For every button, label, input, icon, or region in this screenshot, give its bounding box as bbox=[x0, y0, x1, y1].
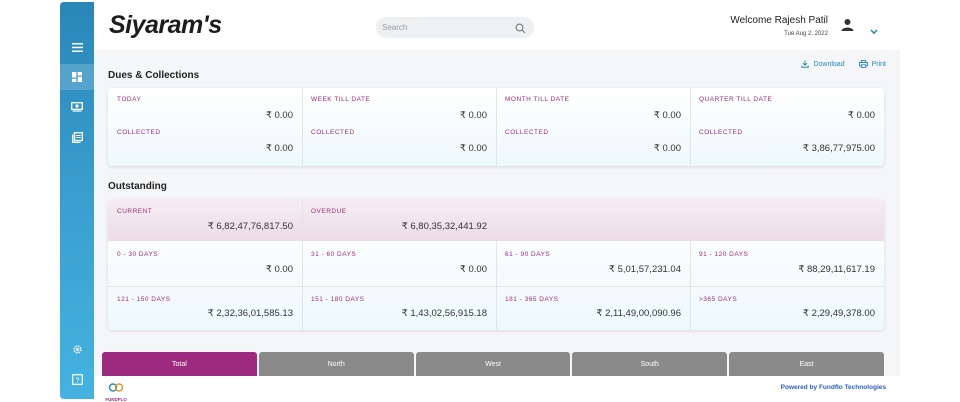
collected-value: ₹ 0.00 bbox=[459, 143, 487, 154]
download-label: Download bbox=[813, 60, 845, 68]
collected-value: ₹ 3,86,77,975.00 bbox=[802, 143, 875, 154]
footer: FUNDFLO Powered by Fundflo Technologies bbox=[94, 376, 900, 402]
page-actions: Download Print bbox=[801, 60, 886, 68]
dues-value: ₹ 0.00 bbox=[265, 110, 293, 121]
bucket-cell: >365 DAYS ₹ 2,29,49,378.00 bbox=[690, 287, 884, 330]
bucket-value: ₹ 2,29,49,378.00 bbox=[802, 308, 875, 319]
bucket-cell: 0 - 30 DAYS ₹ 0.00 bbox=[108, 241, 302, 286]
powered-by-text: Powered by Fundflo Technologies bbox=[780, 384, 886, 391]
current-value: ₹ 6,82,47,76,817.50 bbox=[207, 221, 293, 232]
payments-icon[interactable] bbox=[60, 94, 94, 120]
print-icon bbox=[858, 60, 868, 68]
user-avatar-icon[interactable] bbox=[841, 18, 854, 36]
dues-cell-today: TODAY ₹ 0.00 COLLECTED ₹ 0.00 bbox=[108, 88, 302, 166]
download-icon bbox=[801, 60, 810, 68]
bucket-label: 121 - 150 DAYS bbox=[117, 296, 171, 303]
bucket-value: ₹ 0.00 bbox=[265, 264, 293, 275]
bucket-value: ₹ 2,32,36,01,585.13 bbox=[207, 308, 293, 319]
bucket-value: ₹ 5,01,57,231.04 bbox=[608, 264, 681, 275]
brand-logo: Siyaram's bbox=[109, 11, 222, 39]
fundflo-logo-icon bbox=[108, 383, 124, 392]
overdue-cell: OVERDUE ₹ 6,80,35,32,441.92 bbox=[302, 199, 496, 241]
svg-text:?: ? bbox=[75, 377, 79, 384]
region-tabs: Total North West South East bbox=[102, 352, 884, 376]
current-cell: CURRENT ₹ 6,82,47,76,817.50 bbox=[108, 199, 302, 241]
search-input[interactable] bbox=[376, 23, 506, 32]
bucket-cell: 181 - 365 DAYS ₹ 2,11,49,00,090.96 bbox=[496, 287, 690, 330]
print-button[interactable]: Print bbox=[858, 60, 886, 68]
collected-label: COLLECTED bbox=[699, 129, 743, 136]
menu-icon[interactable] bbox=[60, 34, 94, 60]
bucket-value: ₹ 1,43,02,56,915.18 bbox=[401, 308, 487, 319]
bucket-label: 0 - 30 DAYS bbox=[117, 251, 159, 258]
dashboard-icon[interactable] bbox=[60, 64, 94, 90]
dues-label: WEEK TILL DATE bbox=[311, 96, 371, 103]
bucket-label: 61 - 90 DAYS bbox=[505, 251, 551, 258]
dues-value: ₹ 0.00 bbox=[847, 110, 875, 121]
help-icon[interactable]: ? bbox=[60, 366, 94, 392]
tab-west[interactable]: West bbox=[415, 352, 571, 376]
bucket-value: ₹ 2,11,49,00,090.96 bbox=[596, 308, 681, 319]
tab-east[interactable]: East bbox=[729, 352, 884, 376]
bucket-cell: 61 - 90 DAYS ₹ 5,01,57,231.04 bbox=[496, 241, 690, 286]
settings-icon[interactable] bbox=[60, 336, 94, 362]
print-label: Print bbox=[871, 60, 886, 68]
header-date: Tue Aug 2, 2022 bbox=[784, 31, 828, 37]
bucket-value: ₹ 0.00 bbox=[459, 264, 487, 275]
dues-cell-quarter: QUARTER TILL DATE ₹ 0.00 COLLECTED ₹ 3,8… bbox=[690, 88, 884, 166]
collected-label: COLLECTED bbox=[117, 129, 161, 136]
overdue-label: OVERDUE bbox=[311, 208, 347, 215]
dues-card: TODAY ₹ 0.00 COLLECTED ₹ 0.00 WEEK TILL … bbox=[108, 88, 884, 166]
app-window: ? Siyaram's Welcome Rajesh Patil Tue Aug… bbox=[60, 2, 900, 402]
current-label: CURRENT bbox=[117, 208, 153, 215]
welcome-text: Welcome Rajesh Patil bbox=[730, 15, 828, 26]
dues-label: QUARTER TILL DATE bbox=[699, 96, 773, 103]
bucket-label: 181 - 365 DAYS bbox=[505, 296, 559, 303]
overdue-value: ₹ 6,80,35,32,441.92 bbox=[401, 221, 487, 232]
dues-value: ₹ 0.00 bbox=[653, 110, 681, 121]
bucket-label: >365 DAYS bbox=[699, 296, 738, 303]
dues-cell-month: MONTH TILL DATE ₹ 0.00 COLLECTED ₹ 0.00 bbox=[496, 88, 690, 166]
outstanding-card: CURRENT ₹ 6,82,47,76,817.50 OVERDUE ₹ 6,… bbox=[108, 199, 884, 330]
bucket-cell: 31 - 60 DAYS ₹ 0.00 bbox=[302, 241, 496, 286]
tab-north[interactable]: North bbox=[258, 352, 414, 376]
bucket-cell: 121 - 150 DAYS ₹ 2,32,36,01,585.13 bbox=[108, 287, 302, 330]
top-header: Siyaram's Welcome Rajesh Patil Tue Aug 2… bbox=[94, 2, 900, 50]
dues-title: Dues & Collections bbox=[108, 70, 200, 81]
download-button[interactable]: Download bbox=[801, 60, 845, 68]
dues-label: TODAY bbox=[117, 96, 142, 103]
tab-total[interactable]: Total bbox=[102, 352, 257, 376]
dues-cell-week: WEEK TILL DATE ₹ 0.00 COLLECTED ₹ 0.00 bbox=[302, 88, 496, 166]
bucket-label: 31 - 60 DAYS bbox=[311, 251, 357, 258]
search-box[interactable] bbox=[376, 17, 534, 38]
bucket-label: 91 - 120 DAYS bbox=[699, 251, 749, 258]
dues-value: ₹ 0.00 bbox=[459, 110, 487, 121]
bucket-cell: 91 - 120 DAYS ₹ 88,29,11,617.19 bbox=[690, 241, 884, 286]
collected-value: ₹ 0.00 bbox=[265, 143, 293, 154]
bucket-cell: 151 - 180 DAYS ₹ 1,43,02,56,915.18 bbox=[302, 287, 496, 330]
outstanding-title: Outstanding bbox=[108, 181, 167, 192]
sidebar: ? bbox=[60, 2, 94, 399]
chevron-down-icon[interactable] bbox=[870, 22, 878, 40]
tab-south[interactable]: South bbox=[572, 352, 728, 376]
collected-label: COLLECTED bbox=[311, 129, 355, 136]
dues-label: MONTH TILL DATE bbox=[505, 96, 570, 103]
bucket-value: ₹ 88,29,11,617.19 bbox=[798, 264, 875, 275]
collected-value: ₹ 0.00 bbox=[653, 143, 681, 154]
collected-label: COLLECTED bbox=[505, 129, 549, 136]
fundflo-logo: FUNDFLO bbox=[103, 379, 129, 402]
reports-icon[interactable] bbox=[60, 124, 94, 150]
bucket-label: 151 - 180 DAYS bbox=[311, 296, 365, 303]
search-icon[interactable] bbox=[515, 21, 526, 39]
